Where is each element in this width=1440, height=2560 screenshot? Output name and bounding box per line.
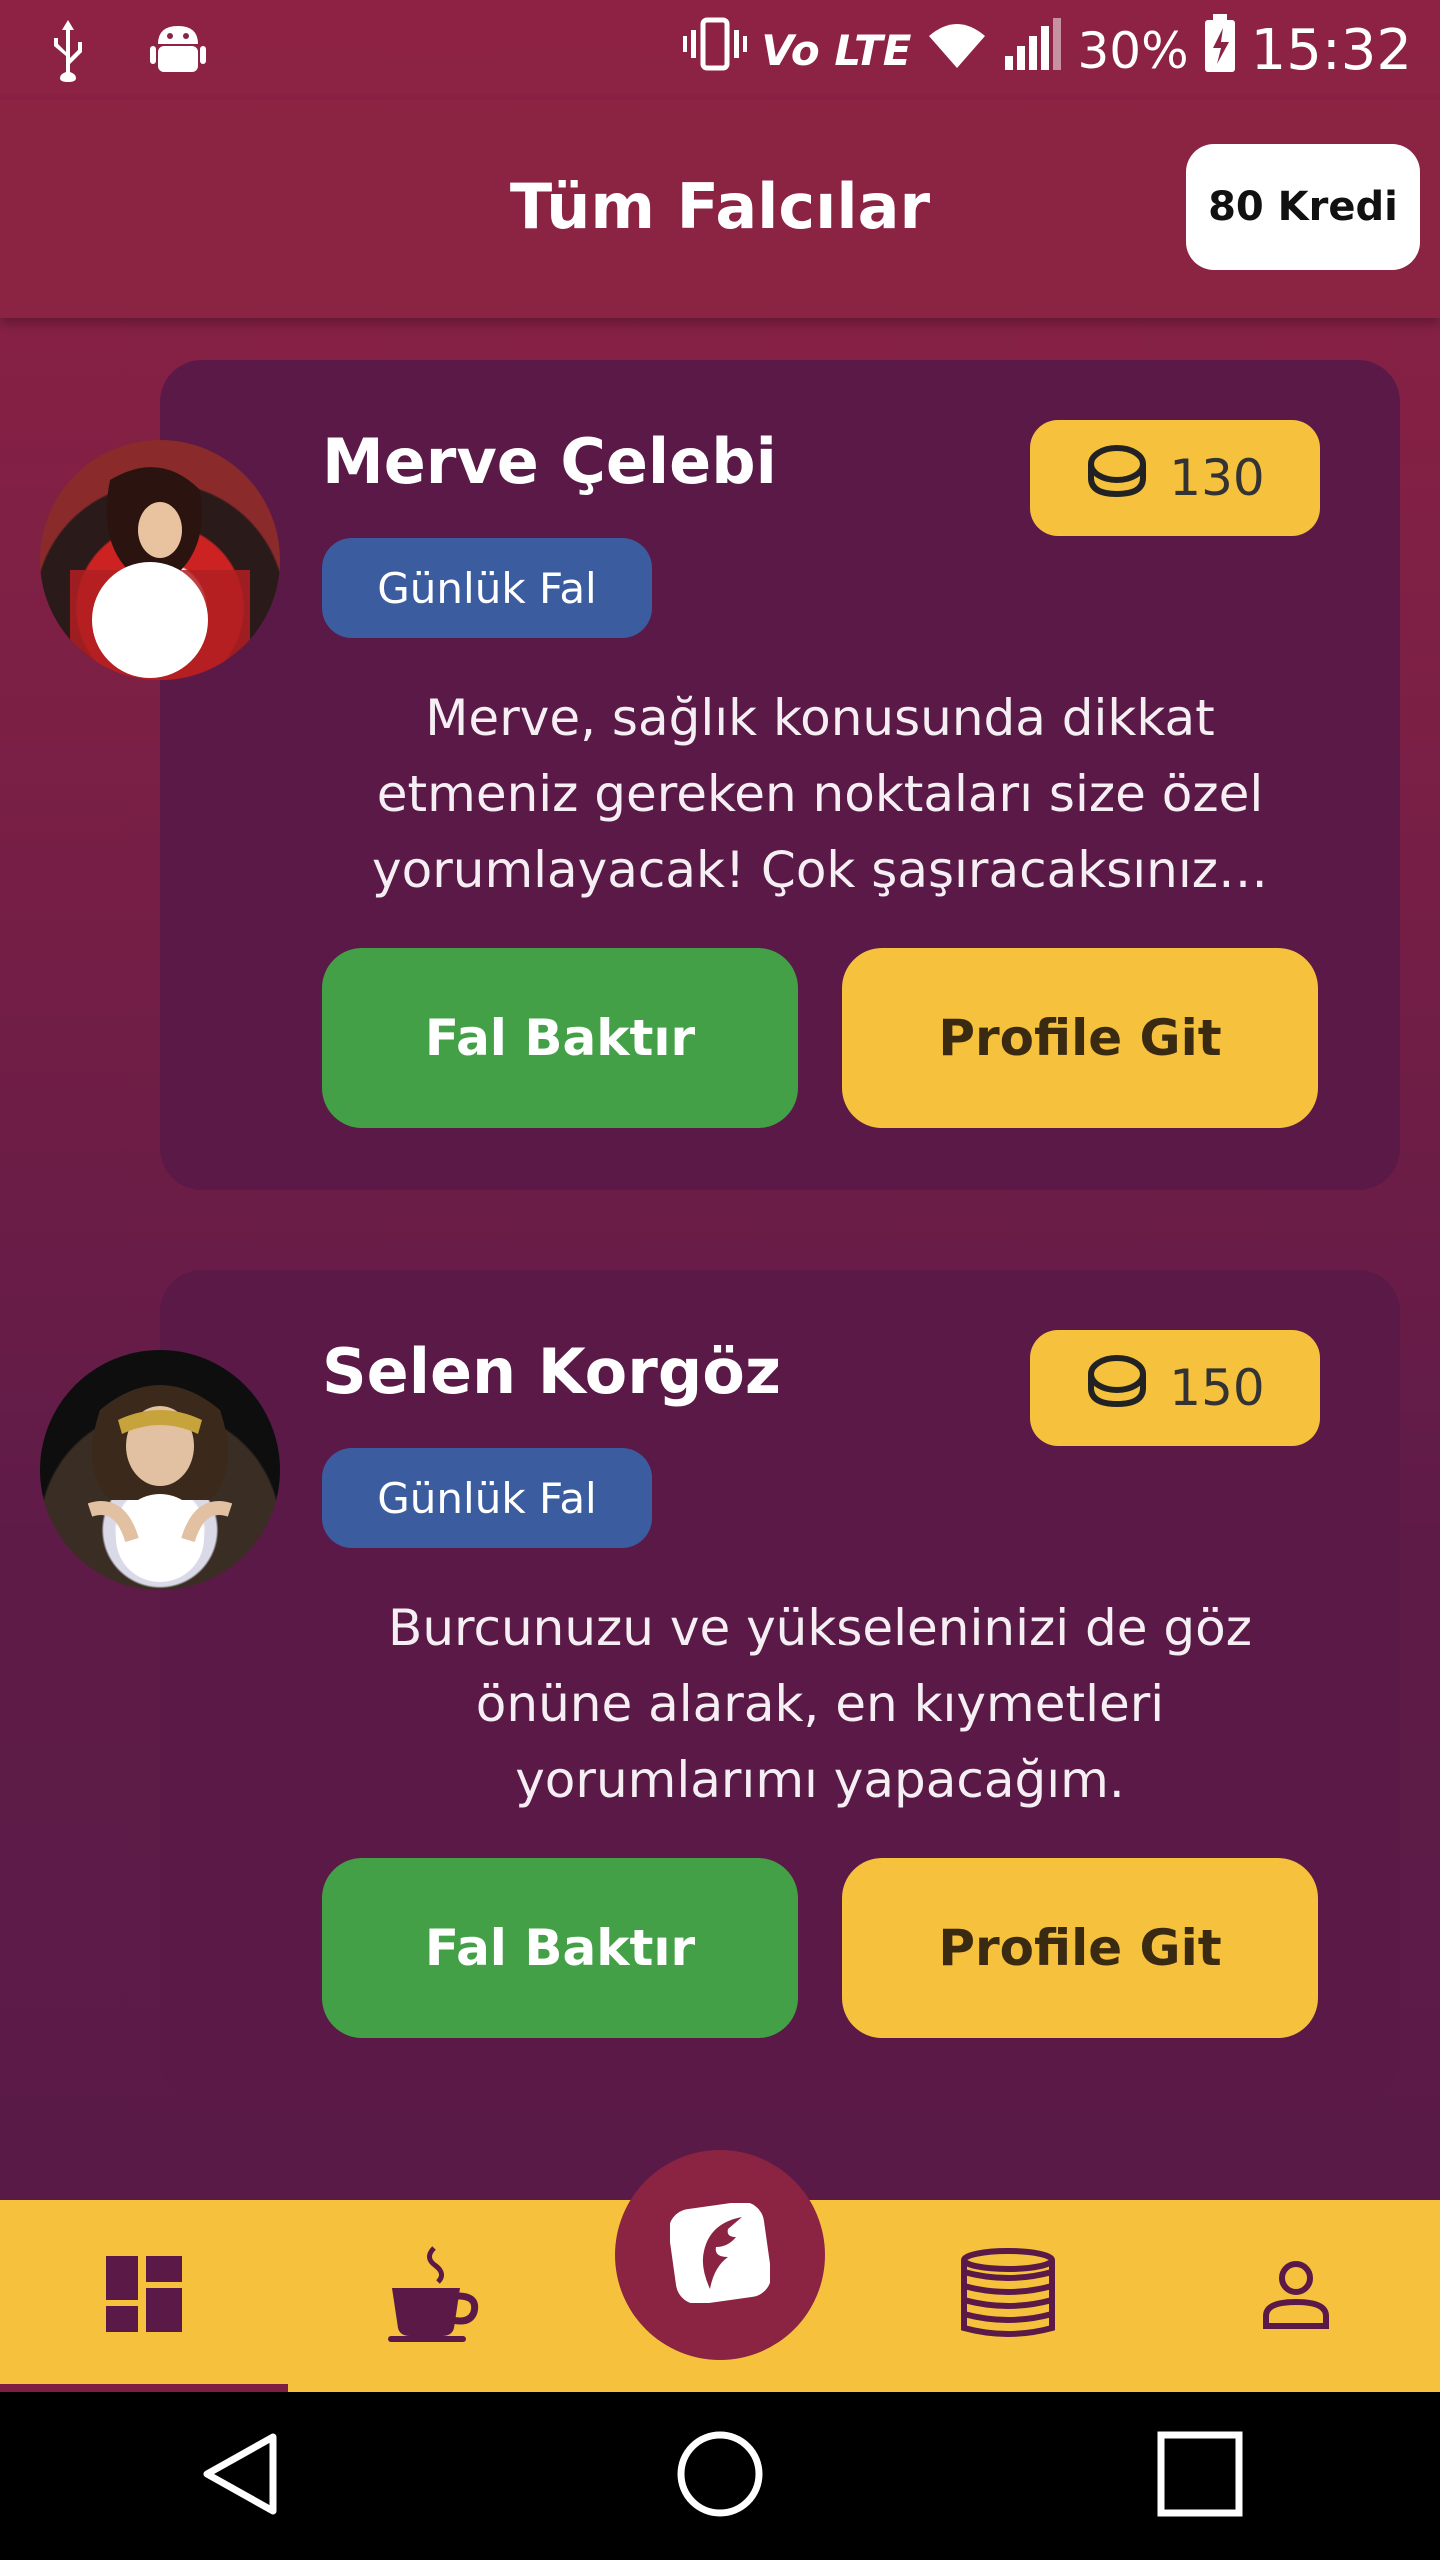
- signal-icon: [1003, 16, 1063, 85]
- category-badge: Günlük Fal: [322, 538, 652, 638]
- recents-icon[interactable]: [1155, 2429, 1245, 2523]
- price-value: 130: [1169, 449, 1265, 507]
- request-fortune-button[interactable]: Fal Baktır: [322, 948, 798, 1128]
- avatar[interactable]: [40, 1350, 280, 1590]
- nav-credits[interactable]: [864, 2200, 1152, 2392]
- price-badge: 130: [1030, 420, 1320, 536]
- fortune-teller-name: Merve Çelebi: [322, 425, 777, 498]
- back-icon[interactable]: [195, 2429, 285, 2523]
- android-icon: [150, 18, 206, 86]
- coin-icon: [1085, 1350, 1149, 1426]
- coin-icon: [1085, 440, 1149, 516]
- fortune-teller-name: Selen Korgöz: [322, 1335, 781, 1408]
- nav-coffee[interactable]: [288, 2200, 576, 2392]
- person-icon: [1260, 2258, 1332, 2334]
- home-logo-button[interactable]: [615, 2150, 825, 2360]
- dashboard-icon: [106, 2256, 182, 2336]
- battery-icon: [1203, 14, 1237, 87]
- network-type: Vo LTE: [761, 26, 912, 75]
- clock: 15:32: [1250, 18, 1412, 83]
- home-icon[interactable]: [675, 2429, 765, 2523]
- coins-icon: [958, 2248, 1058, 2344]
- app-bar: Tüm Falcılar 80 Kredi: [0, 100, 1440, 318]
- feather-logo-icon: [668, 2201, 772, 2307]
- active-tab-indicator: [0, 2384, 288, 2392]
- usb-icon: [48, 18, 88, 86]
- price-badge: 150: [1030, 1330, 1320, 1446]
- fortune-teller-description: Merve, sağlık konusunda dikkat etmeniz g…: [372, 689, 1268, 899]
- nav-profile[interactable]: [1152, 2200, 1440, 2392]
- avatar[interactable]: [40, 440, 280, 680]
- go-to-profile-button[interactable]: Profile Git: [842, 1858, 1318, 2038]
- fortune-teller-description: Burcunuzu ve yükseleninizi de göz önüne …: [388, 1599, 1252, 1809]
- vibrate-icon: [683, 16, 748, 85]
- status-bar: Vo LTE 30% 15:32: [0, 0, 1440, 100]
- battery-percent: 30%: [1077, 21, 1189, 80]
- coffee-cup-icon: [382, 2244, 482, 2348]
- go-to-profile-button[interactable]: Profile Git: [842, 948, 1318, 1128]
- category-badge: Günlük Fal: [322, 1448, 652, 1548]
- system-navigation-bar: [0, 2392, 1440, 2560]
- wifi-icon: [925, 18, 989, 83]
- nav-dashboard[interactable]: [0, 2200, 288, 2392]
- credits-button[interactable]: 80 Kredi: [1186, 144, 1420, 270]
- request-fortune-button[interactable]: Fal Baktır: [322, 1858, 798, 2038]
- price-value: 150: [1169, 1359, 1265, 1417]
